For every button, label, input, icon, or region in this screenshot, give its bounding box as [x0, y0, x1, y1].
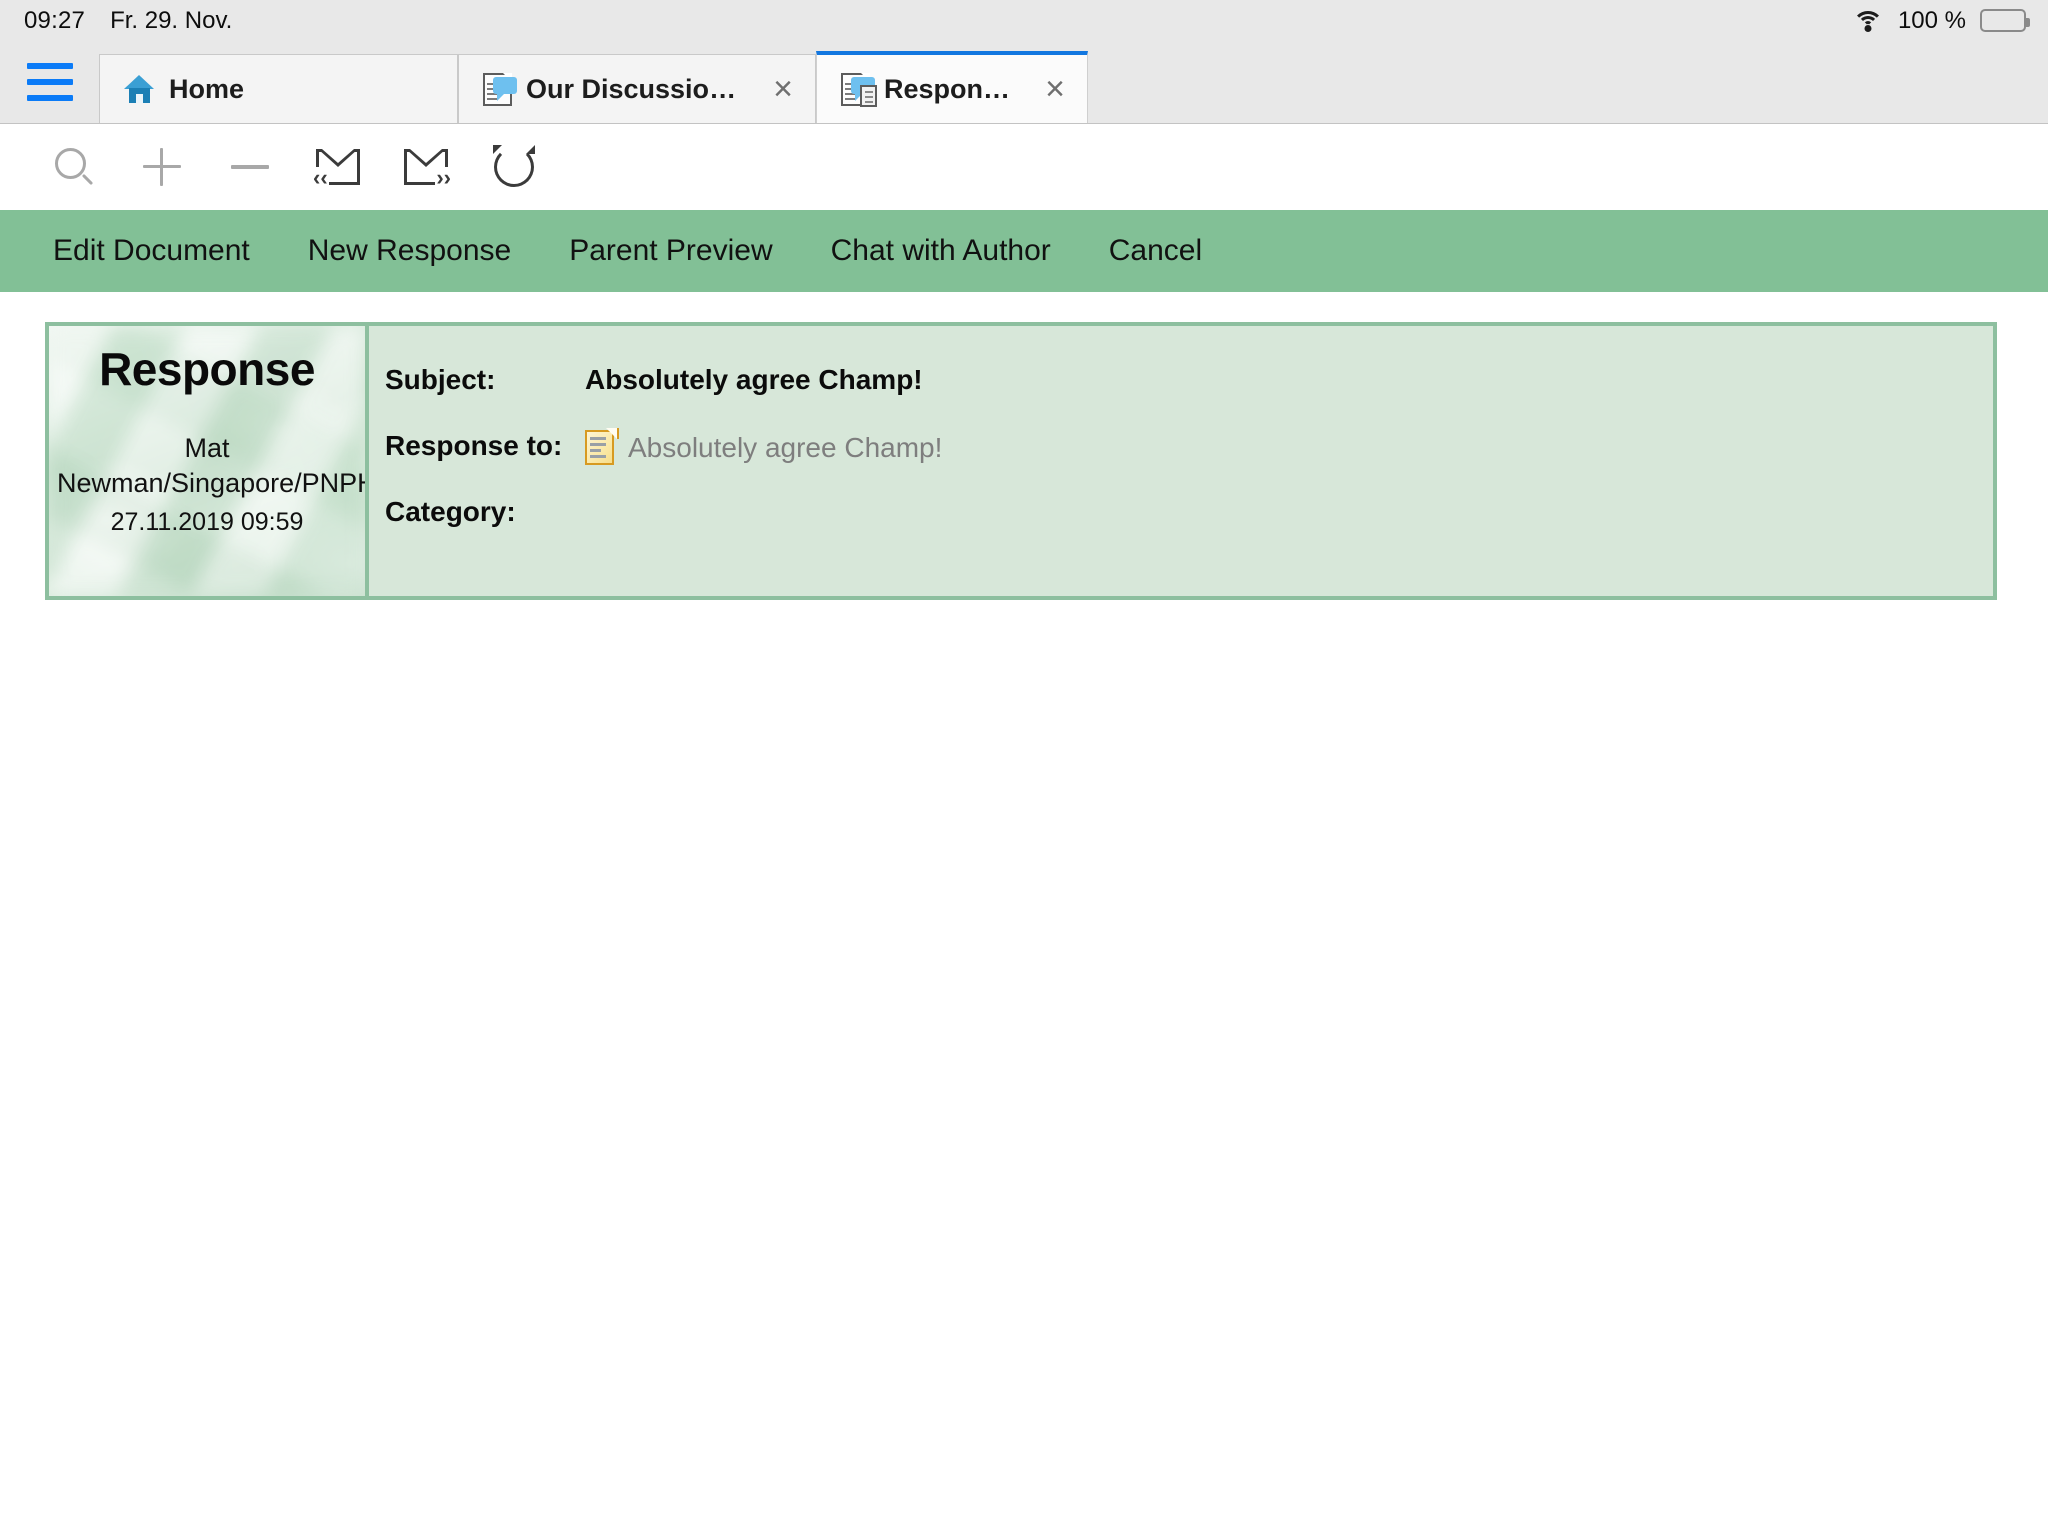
field-value-response-to[interactable]: Absolutely agree Champ!	[585, 430, 942, 465]
tab-our-discussion-database[interactable]: Our Discussion Da... ×	[458, 54, 816, 123]
tab-close-icon[interactable]: ×	[1031, 72, 1065, 106]
response-banner: Response Mat Newman/Singapore/PNPHCL 27.…	[49, 326, 369, 596]
field-label: Subject:	[385, 364, 585, 396]
status-time: 09:27	[24, 7, 85, 35]
hamburger-menu-icon[interactable]	[0, 40, 99, 123]
tab-home[interactable]: Home	[99, 54, 458, 123]
author-name: Mat Newman/Singapore/PNPHCL	[57, 431, 357, 502]
tab-bar: Home Our Discussion Da... × Response to …	[0, 41, 2048, 124]
parent-document-link-label: Absolutely agree Champ!	[628, 432, 942, 464]
refresh-icon[interactable]	[470, 124, 558, 210]
field-row-category: Category:	[385, 496, 1993, 562]
parent-preview-button[interactable]: Parent Preview	[540, 234, 801, 268]
next-document-icon[interactable]: ››	[382, 124, 470, 210]
wifi-icon	[1853, 9, 1884, 32]
toolbar: ‹‹ ››	[0, 124, 2048, 210]
response-document-icon	[841, 73, 870, 106]
action-bar: Edit Document New Response Parent Previe…	[0, 210, 2048, 292]
previous-document-icon[interactable]: ‹‹	[294, 124, 382, 210]
edit-document-button[interactable]: Edit Document	[24, 234, 279, 268]
tab-close-icon[interactable]: ×	[759, 72, 793, 106]
yellow-document-icon	[585, 430, 614, 465]
battery-full-icon	[1980, 9, 2026, 32]
field-list: Subject: Absolutely agree Champ! Respons…	[369, 326, 1993, 596]
field-row-subject: Subject: Absolutely agree Champ!	[385, 364, 1993, 430]
tab-label: Our Discussion Da...	[526, 74, 745, 105]
document-date: 27.11.2019 09:59	[57, 508, 357, 537]
chat-with-author-button[interactable]: Chat with Author	[802, 234, 1080, 268]
document-area: Response Mat Newman/Singapore/PNPHCL 27.…	[0, 292, 2048, 600]
field-label: Response to:	[385, 430, 585, 462]
new-response-button[interactable]: New Response	[279, 234, 540, 268]
expand-all-icon[interactable]	[118, 124, 206, 210]
search-icon[interactable]	[30, 124, 118, 210]
page-title: Response	[57, 344, 357, 395]
collapse-all-icon[interactable]	[206, 124, 294, 210]
cancel-button[interactable]: Cancel	[1080, 234, 1231, 268]
status-date: Fr. 29. Nov.	[110, 7, 232, 35]
home-icon	[124, 75, 155, 103]
status-bar: 09:27 Fr. 29. Nov. 100 %	[0, 0, 2048, 41]
battery-percent-label: 100 %	[1898, 7, 1966, 35]
field-label: Category:	[385, 496, 585, 528]
field-row-response-to: Response to: Absolutely agree Champ!	[385, 430, 1993, 496]
field-value-subject: Absolutely agree Champ!	[585, 364, 923, 396]
response-header-card: Response Mat Newman/Singapore/PNPHCL 27.…	[45, 322, 1997, 600]
tab-response-to[interactable]: Response to "" ×	[816, 51, 1088, 123]
tab-label: Response to ""	[884, 74, 1017, 105]
discussion-document-icon	[483, 73, 512, 106]
tab-label: Home	[169, 74, 244, 105]
